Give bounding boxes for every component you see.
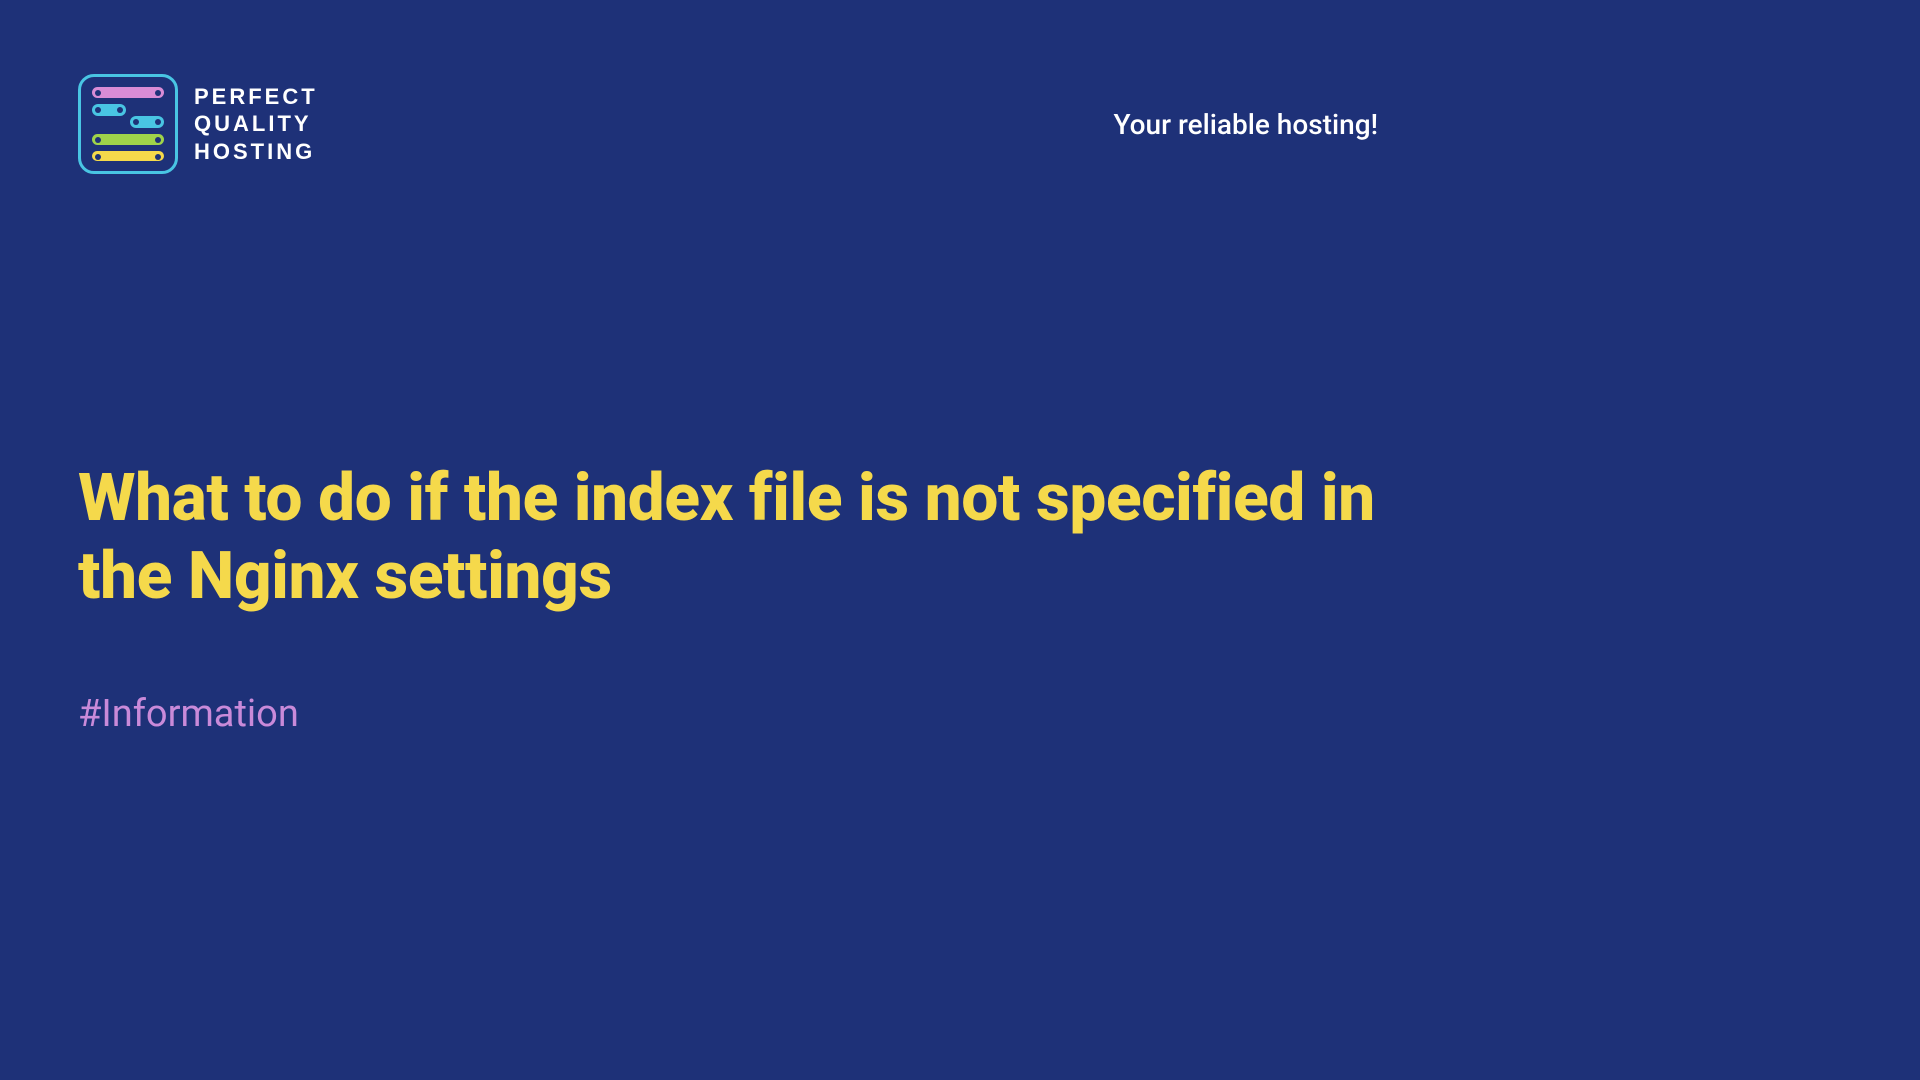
brand-name: PERFECT QUALITY HOSTING: [194, 83, 318, 166]
content: What to do if the index file is not spec…: [78, 460, 1378, 736]
brand-line-3: HOSTING: [194, 138, 318, 166]
tagline: Your reliable hosting!: [1113, 108, 1378, 141]
hashtag: #Information: [78, 692, 1378, 736]
header: PERFECT QUALITY HOSTING Your reliable ho…: [78, 74, 1378, 174]
logo-bar-icon: [92, 104, 164, 129]
logo-icon: [78, 74, 178, 174]
page-title: What to do if the index file is not spec…: [78, 460, 1378, 616]
logo-bar-icon: [92, 134, 164, 145]
logo-bar-icon: [92, 151, 164, 162]
logo-bar-icon: [92, 87, 164, 98]
brand-line-1: PERFECT: [194, 83, 318, 111]
brand-line-2: QUALITY: [194, 110, 318, 138]
brand-logo: PERFECT QUALITY HOSTING: [78, 74, 318, 174]
